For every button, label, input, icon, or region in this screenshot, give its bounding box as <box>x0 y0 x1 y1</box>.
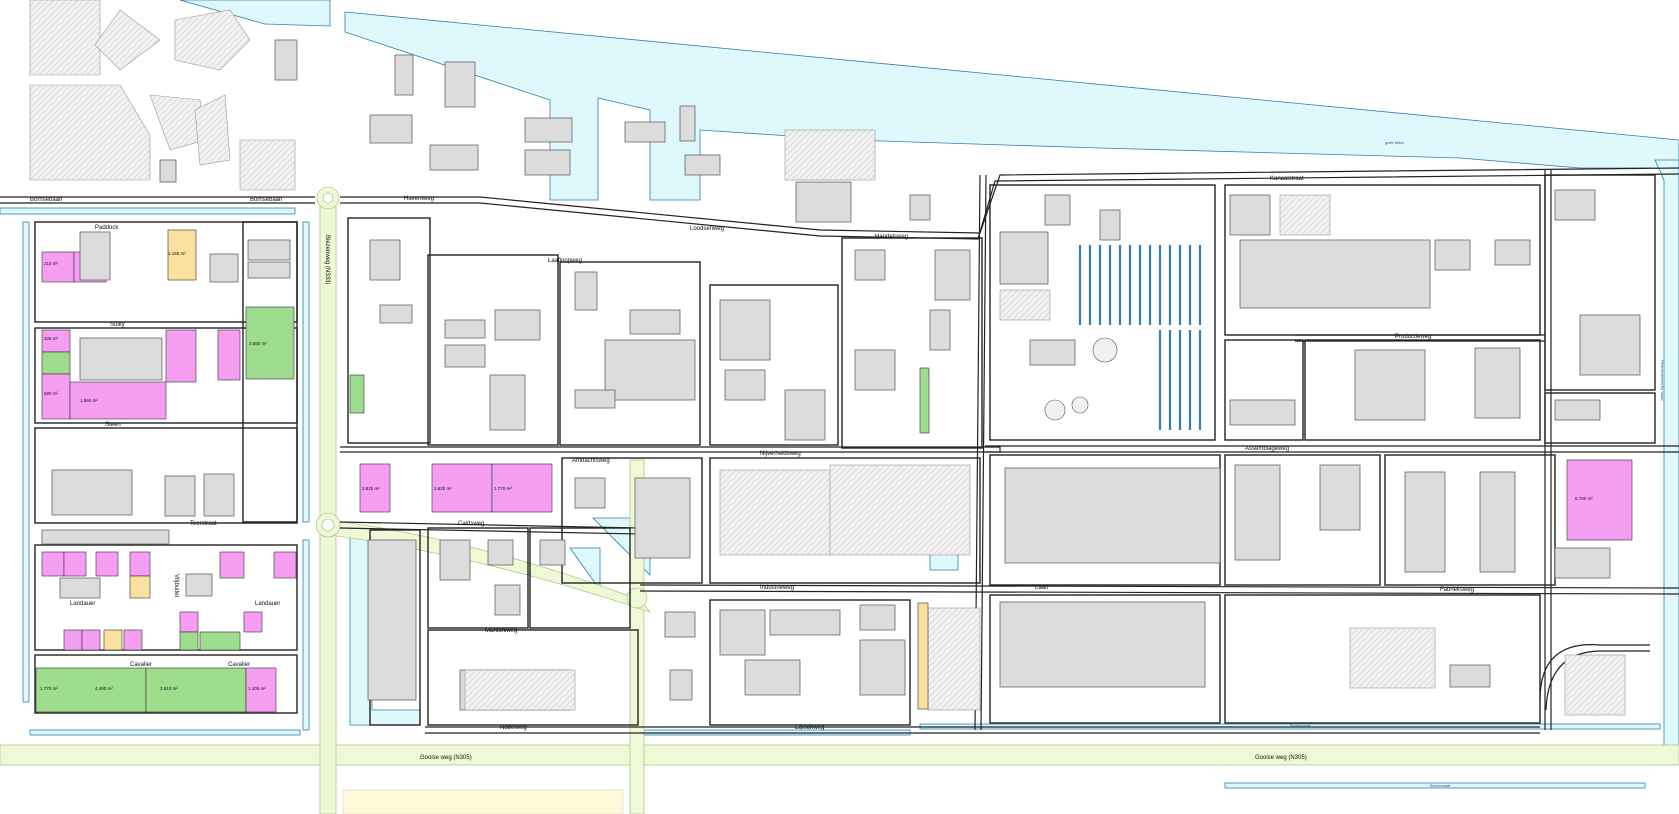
ditch-west-vertical <box>22 221 30 703</box>
street-label: Gooise weg (N305) <box>420 755 472 761</box>
lot[interactable] <box>199 631 241 651</box>
ditch-west-road <box>0 207 296 215</box>
street-label: Caidsweg <box>458 521 484 527</box>
lot-area-label: 6.700 m² <box>1575 496 1593 501</box>
street-label: Productieweg <box>1395 334 1431 340</box>
street-label: Handelsweg <box>875 234 908 240</box>
northwest-fields <box>29 0 298 191</box>
lot[interactable] <box>63 629 83 651</box>
lot-area-label: 4.490 m² <box>95 686 113 691</box>
central-industrial <box>347 129 983 726</box>
lot-area-label: 1.560 m² <box>80 398 98 403</box>
street-label: Biezenweg (N333) <box>324 235 330 284</box>
street-label: Fabrieksweg <box>1440 587 1474 593</box>
lot-area-label: 3.850 m² <box>249 341 267 346</box>
lot[interactable] <box>95 551 119 577</box>
street-label: Nobelweg <box>500 725 527 731</box>
street-label: Ambachtsweg <box>572 458 610 464</box>
street-label: Edisonweg <box>795 725 824 731</box>
street-label: Bornsebaan <box>30 197 62 203</box>
lot[interactable] <box>273 551 297 579</box>
street-label: Kanaalstraat <box>1270 176 1304 182</box>
street-label: Vrijbuiter <box>173 574 179 597</box>
street-label: Gooise weg (N305) <box>1255 755 1307 761</box>
street-label: Cavalier <box>130 662 152 668</box>
lot[interactable] <box>81 629 101 651</box>
industrial-estate-map: Bornsebaan Bornsebaan Paddock Sulky Stee… <box>0 0 1679 814</box>
lot[interactable] <box>41 373 71 420</box>
lot-area-label: 580 m² <box>44 391 59 396</box>
lot[interactable] <box>165 329 197 383</box>
water-label: Bovenvaart <box>1290 723 1311 728</box>
lot[interactable] <box>63 551 87 577</box>
ditch-mid-vertical <box>302 221 310 523</box>
lot[interactable] <box>217 329 241 381</box>
lot[interactable] <box>349 374 365 414</box>
street-label: Landauer <box>70 601 95 607</box>
lot[interactable] <box>129 575 151 599</box>
lot[interactable] <box>41 251 75 283</box>
ditch-a <box>29 729 301 736</box>
street-label: Paddock <box>95 225 119 231</box>
lot-area-label: 3.910 m² <box>160 686 178 691</box>
lot[interactable] <box>41 329 71 353</box>
lot-area-label: 1.165 m² <box>168 251 186 256</box>
lot-area-label: 1.770 m² <box>494 486 512 491</box>
lot-area-label: 326 m² <box>44 336 59 341</box>
street-label: Bornsebaan <box>250 197 282 203</box>
lot[interactable] <box>919 367 930 434</box>
street-label: Landauer <box>255 601 280 607</box>
lot[interactable] <box>103 629 123 651</box>
street-label: Steen <box>105 422 121 428</box>
lot-area-label: 2.620 m² <box>434 486 452 491</box>
street-label: Marconiweg <box>485 628 517 634</box>
ditch-mid-vertical-2 <box>302 539 310 731</box>
street-label: Cavalier <box>228 662 250 668</box>
lot[interactable] <box>219 551 245 579</box>
street-label: Nijverheidsweg <box>760 451 801 457</box>
street-label: Sulky <box>110 322 125 328</box>
street-label: Assemblageweg <box>1245 446 1289 452</box>
water-label: Heerenveensche Vaart <box>1660 360 1665 402</box>
clarifier-lanes <box>1078 245 1202 430</box>
lot[interactable] <box>41 551 65 577</box>
street-label: Laafloopweg <box>548 258 582 264</box>
west-quarter <box>34 221 298 714</box>
lot-area-label: 2.925 m² <box>362 486 380 491</box>
lot-area-label: 215 m² <box>44 261 59 266</box>
street-label: Laan <box>1035 585 1048 591</box>
street-label: Teerstraat <box>190 521 217 527</box>
lot-area-label: 1.105 m² <box>248 686 266 691</box>
lot[interactable] <box>179 631 199 651</box>
street-label: Haventweg <box>404 196 434 202</box>
street-label: Industrieweg <box>760 585 794 591</box>
lot-area-label: 1.770 m² <box>40 686 58 691</box>
canal-east <box>1654 159 1679 761</box>
water-label: golfe Meer <box>1385 140 1405 145</box>
water-label: Bovenvaart <box>1430 783 1451 788</box>
lot[interactable] <box>129 551 151 577</box>
lot[interactable] <box>123 629 143 651</box>
lot[interactable] <box>41 351 71 375</box>
street-label: Loodsenweg <box>690 226 724 232</box>
lot[interactable] <box>917 602 929 710</box>
lot[interactable] <box>179 611 199 633</box>
lot[interactable] <box>243 611 263 633</box>
